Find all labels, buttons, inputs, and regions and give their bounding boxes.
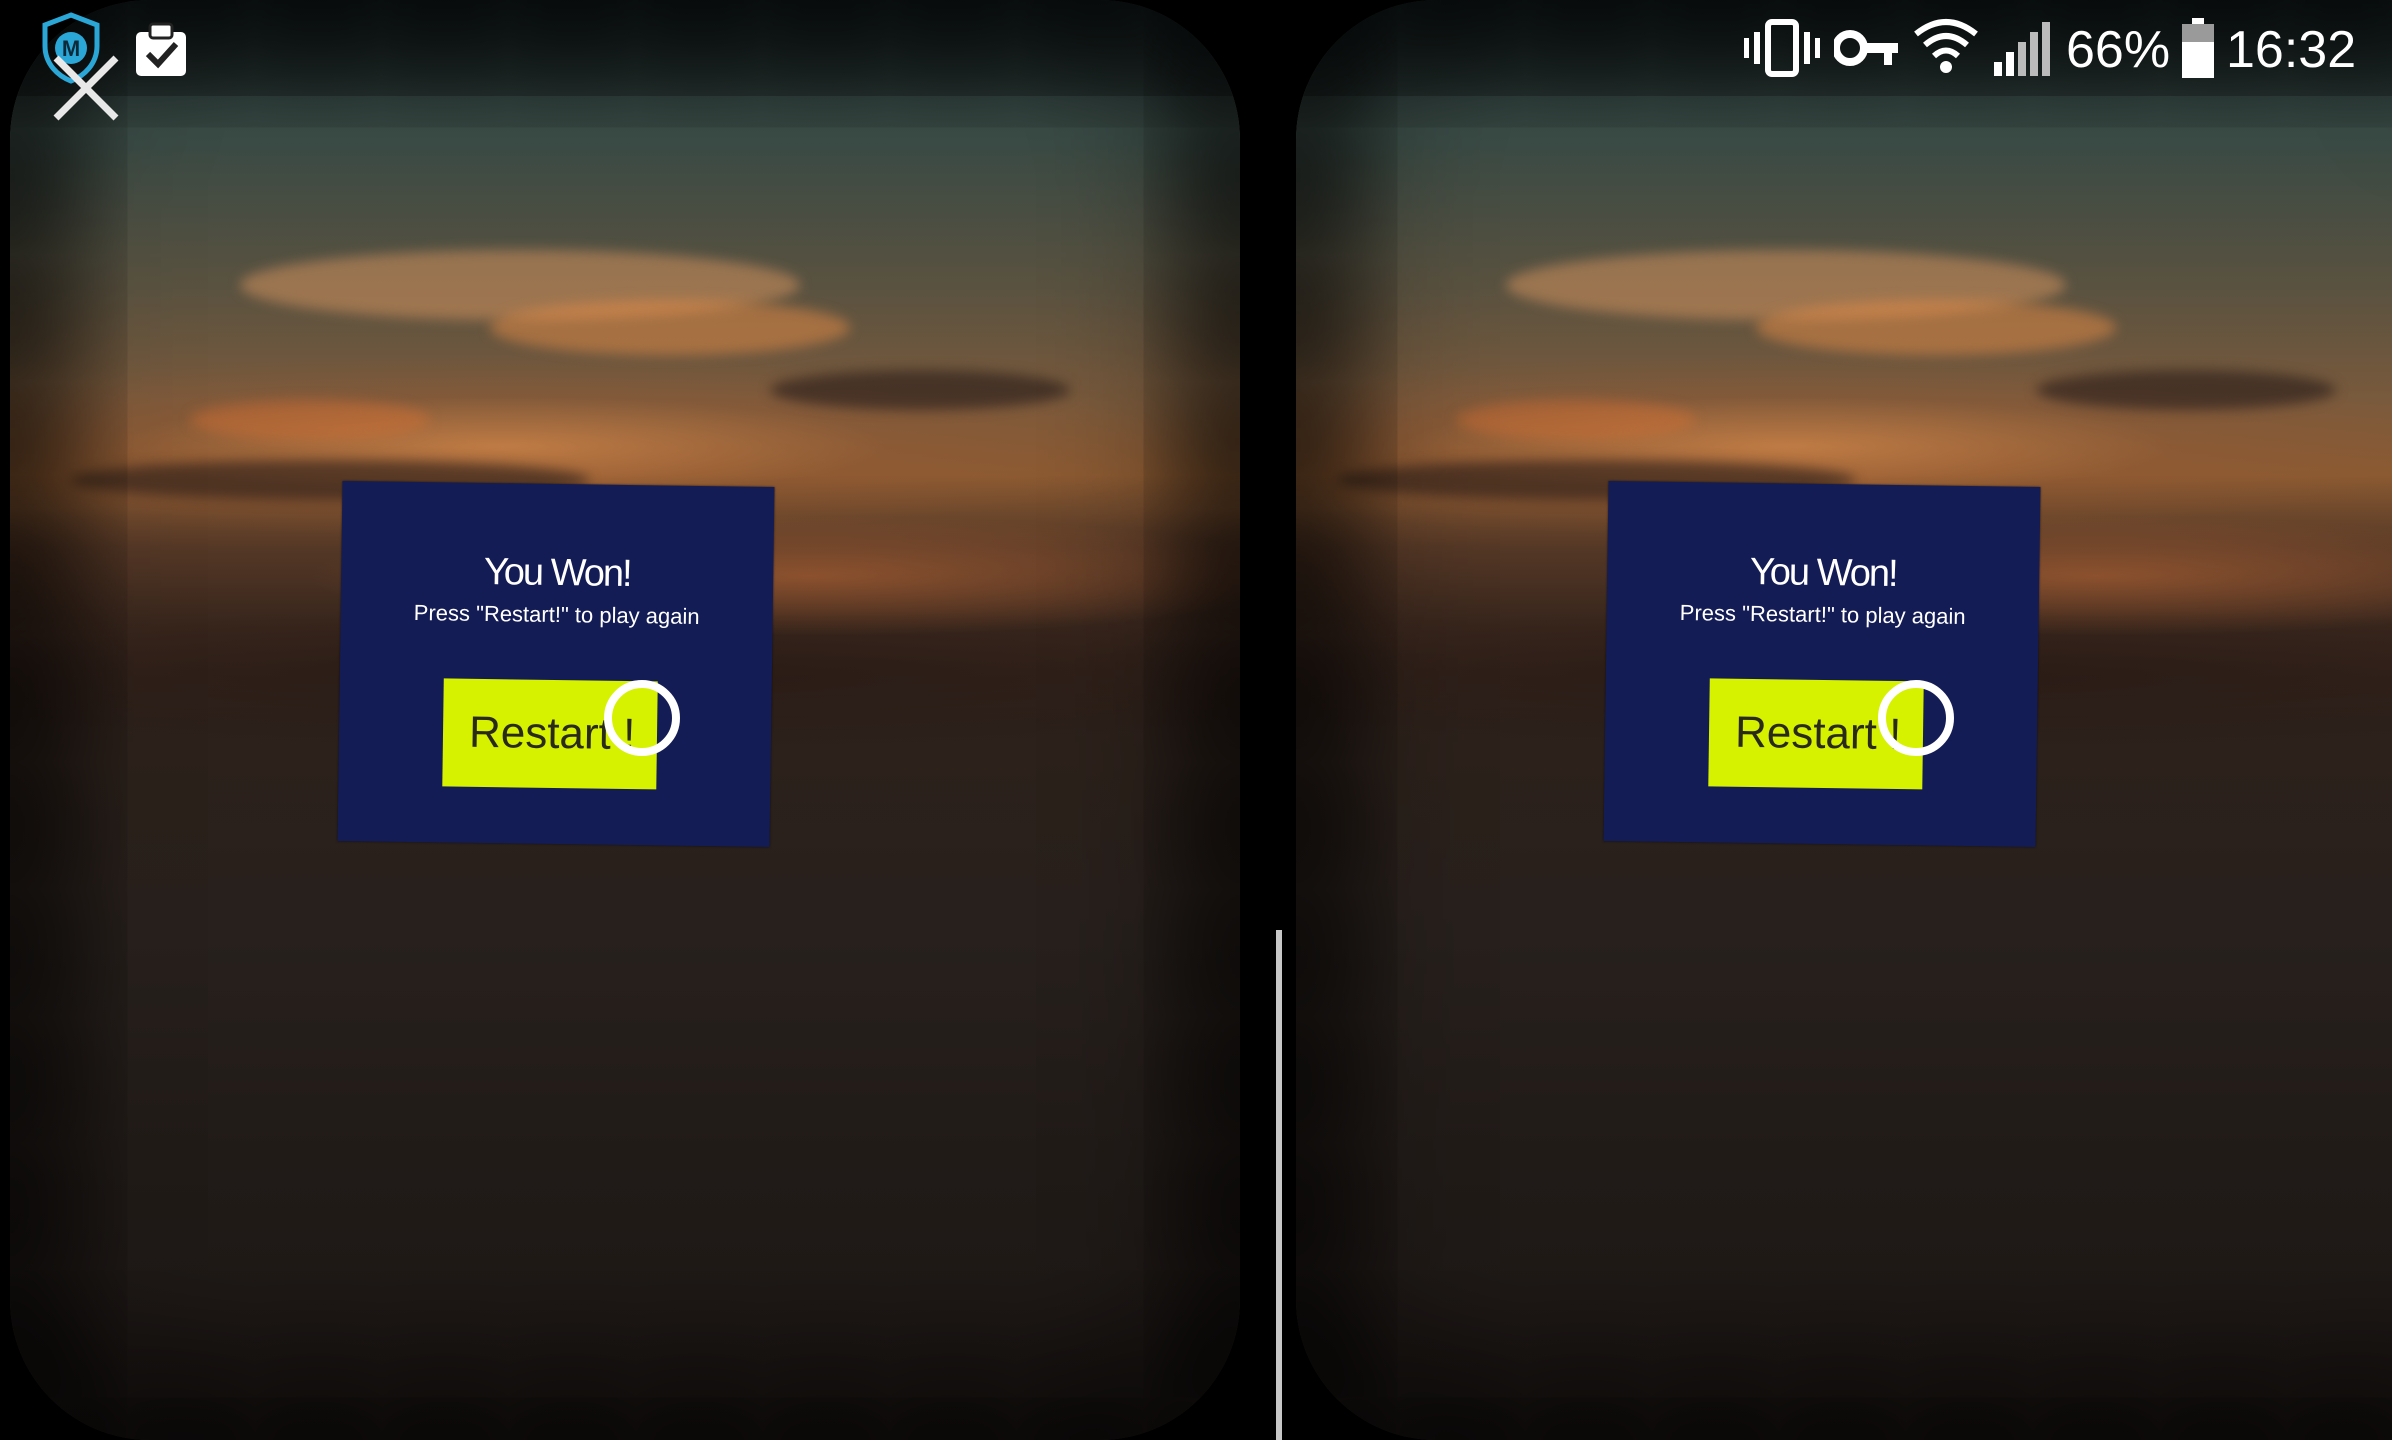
clipboard-check-icon: [136, 22, 186, 76]
vibrate-icon: [1744, 19, 1820, 77]
dialog-title: You Won!: [1749, 550, 1897, 596]
status-bar: M 66% 16:32: [0, 0, 2392, 96]
gaze-reticle: [604, 680, 680, 756]
cloud: [1456, 400, 1696, 440]
close-icon[interactable]: [50, 52, 122, 124]
win-dialog-panel: You Won! Press "Restart!" to play again …: [337, 481, 775, 847]
cloud: [2036, 370, 2336, 410]
vpn-key-icon: [1834, 30, 1898, 66]
signal-icon: [1994, 22, 2050, 76]
cloud: [770, 370, 1070, 410]
gaze-reticle: [1878, 680, 1954, 756]
dialog-title: You Won!: [483, 550, 631, 596]
cloud: [1756, 300, 2116, 355]
cloud: [190, 400, 430, 440]
win-dialog-panel: You Won! Press "Restart!" to play again …: [1603, 481, 2041, 847]
right-eye-viewport: You Won! Press "Restart!" to play again …: [1296, 0, 2392, 1440]
wifi-icon: [1914, 19, 1978, 73]
vr-stereo-screen: You Won! Press "Restart!" to play again …: [0, 0, 2392, 1440]
cardboard-divider-line: [1276, 930, 1282, 1440]
dialog-subtitle: Press "Restart!" to play again: [1679, 600, 1966, 629]
battery-icon: [2182, 18, 2214, 78]
clock: 16:32: [2226, 21, 2357, 79]
battery-percent: 66%: [2066, 21, 2171, 79]
left-eye-viewport: You Won! Press "Restart!" to play again …: [10, 0, 1240, 1440]
cloud: [490, 300, 850, 355]
dialog-subtitle: Press "Restart!" to play again: [413, 600, 700, 629]
